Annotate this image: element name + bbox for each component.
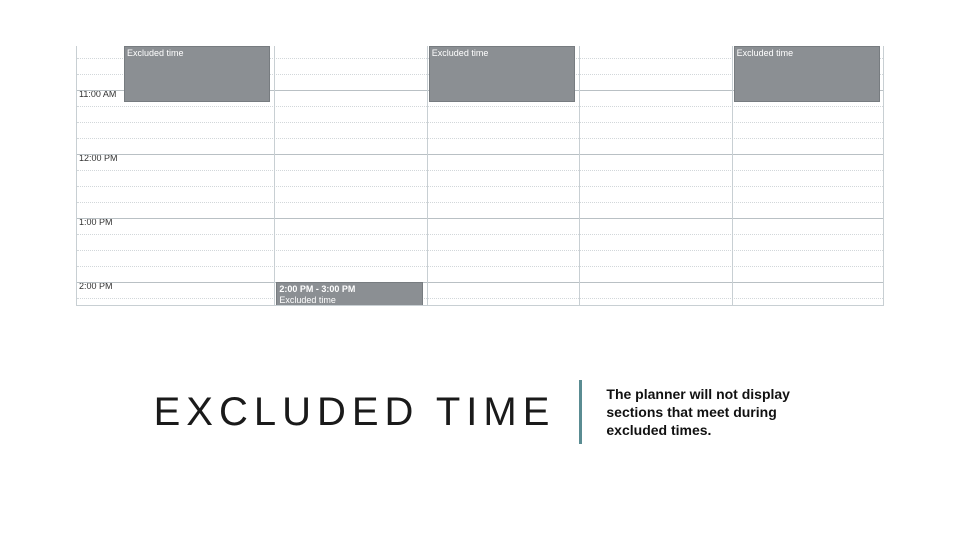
grid-hour-line	[77, 154, 883, 155]
excluded-time-block[interactable]: Excluded time	[124, 46, 270, 102]
grid-quarter-line	[77, 298, 883, 299]
event-title: Excluded time	[127, 48, 267, 59]
event-time-range: 2:00 PM - 3:00 PM	[279, 284, 419, 295]
caption-divider	[579, 380, 582, 444]
grid-quarter-line	[77, 266, 883, 267]
slide: 11:00 AM12:00 PM1:00 PM2:00 PM Excluded …	[0, 0, 960, 540]
grid-day-separator	[274, 46, 275, 305]
caption-description: The planner will not display sections th…	[606, 385, 806, 440]
event-title: Excluded time	[279, 295, 419, 306]
grid-quarter-line	[77, 186, 883, 187]
excluded-time-block[interactable]: Excluded time	[734, 46, 880, 102]
grid-quarter-line	[77, 138, 883, 139]
grid-quarter-line	[77, 250, 883, 251]
grid-quarter-line	[77, 234, 883, 235]
grid-quarter-line	[77, 170, 883, 171]
event-title: Excluded time	[737, 48, 877, 59]
calendar-grid: Excluded timeExcluded timeExcluded time2…	[122, 46, 883, 305]
excluded-time-block[interactable]: 2:00 PM - 3:00 PMExcluded time	[276, 282, 422, 306]
calendar-screenshot: 11:00 AM12:00 PM1:00 PM2:00 PM Excluded …	[76, 46, 884, 306]
caption-row: EXCLUDED TIME The planner will not displ…	[0, 380, 960, 444]
grid-quarter-line	[77, 202, 883, 203]
excluded-time-block[interactable]: Excluded time	[429, 46, 575, 102]
grid-day-separator	[732, 46, 733, 305]
grid-day-separator	[427, 46, 428, 305]
grid-day-separator	[579, 46, 580, 305]
grid-hour-line	[77, 218, 883, 219]
grid-quarter-line	[77, 122, 883, 123]
event-title: Excluded time	[432, 48, 572, 59]
grid-hour-line	[77, 282, 883, 283]
grid-quarter-line	[77, 106, 883, 107]
caption-title: EXCLUDED TIME	[154, 390, 556, 435]
